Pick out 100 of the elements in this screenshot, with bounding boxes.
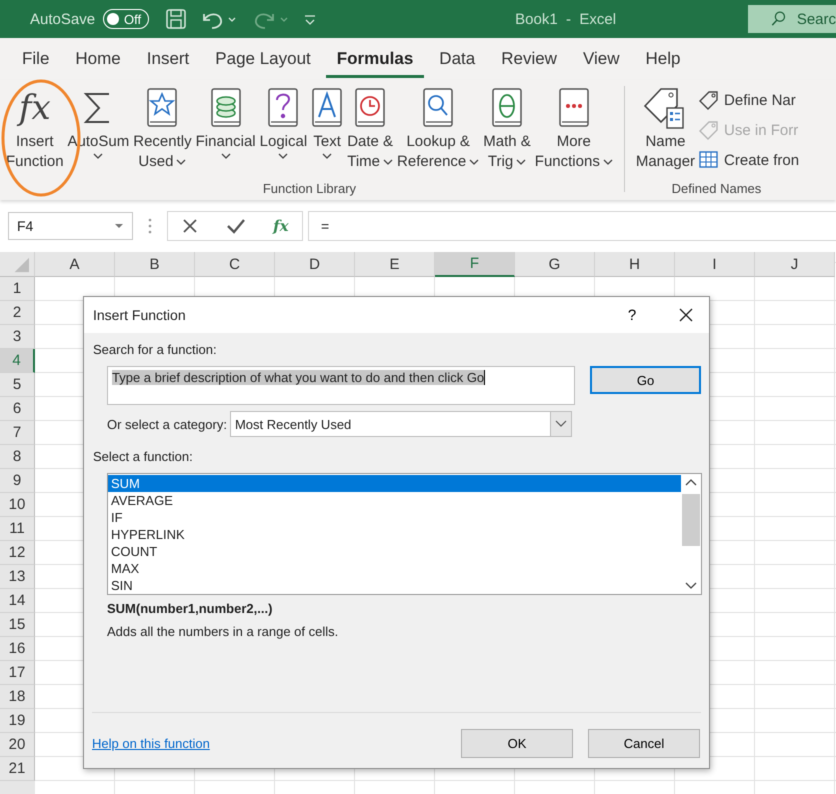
row-header[interactable]: 6 xyxy=(0,397,35,421)
category-label: Or select a category: xyxy=(107,416,227,432)
column-header[interactable]: I xyxy=(675,252,755,277)
check-icon[interactable] xyxy=(226,217,246,235)
dots-book-icon xyxy=(558,88,590,128)
row-header[interactable]: 19 xyxy=(0,709,35,733)
ribbon-button[interactable]: Create fron xyxy=(699,148,800,172)
function-item[interactable]: HYPERLINK xyxy=(108,526,681,543)
row-header[interactable]: 12 xyxy=(0,541,35,565)
row-header[interactable]: 9 xyxy=(0,469,35,493)
row-header[interactable]: 5 xyxy=(0,373,35,397)
letter-book-icon xyxy=(311,88,344,128)
search-field[interactable]: Searc xyxy=(748,5,836,33)
scroll-up-icon[interactable] xyxy=(685,478,697,486)
column-header[interactable]: B xyxy=(115,252,195,277)
cancel-icon[interactable] xyxy=(181,217,200,235)
column-header[interactable]: J xyxy=(755,252,835,277)
ribbon-tab[interactable]: Data xyxy=(428,40,486,78)
function-signature: SUM(number1,number2,...) xyxy=(107,601,272,616)
ribbon-tab[interactable]: Home xyxy=(64,40,132,78)
row-header[interactable]: 2 xyxy=(0,301,35,325)
autosave-label: AutoSave xyxy=(30,10,96,28)
row-header[interactable]: 3 xyxy=(0,325,35,349)
row-header[interactable]: 8 xyxy=(0,445,35,469)
column-header[interactable]: A xyxy=(35,252,115,277)
question-book-icon xyxy=(267,88,300,128)
tag-icon xyxy=(699,90,720,110)
row-header[interactable]: 1 xyxy=(0,277,35,301)
ribbon-tab[interactable]: Help xyxy=(634,40,692,78)
tag-icon xyxy=(699,120,720,140)
ribbon-tab[interactable]: View xyxy=(572,40,631,78)
coins-book-icon xyxy=(210,88,242,128)
grip-icon xyxy=(147,216,153,236)
search-label: Search for a function: xyxy=(93,342,217,357)
category-dropdown[interactable]: Most Recently Used xyxy=(230,411,572,437)
ribbon-tab[interactable]: File xyxy=(11,40,60,78)
function-symbol: fx xyxy=(18,88,51,128)
row-header[interactable]: 15 xyxy=(0,613,35,637)
row-header[interactable]: 14 xyxy=(0,589,35,613)
ribbon-tab[interactable]: Review xyxy=(490,40,568,78)
function-list-label: Select a function: xyxy=(93,449,193,464)
row-header[interactable]: 4 xyxy=(0,349,35,373)
table-icon xyxy=(699,150,720,170)
function-item[interactable]: AVERAGE xyxy=(108,492,681,509)
dialog-button[interactable]: OK xyxy=(461,729,573,758)
row-header[interactable]: 17 xyxy=(0,661,35,685)
row-header[interactable]: 11 xyxy=(0,517,35,541)
ribbon-button[interactable]: Logical xyxy=(258,80,310,160)
chevron-down-icon xyxy=(554,420,567,428)
save-icon[interactable] xyxy=(165,8,188,30)
ribbon-button[interactable]: Date & Time xyxy=(345,80,396,172)
formula-field[interactable]: = xyxy=(308,211,836,241)
help-link[interactable]: Help on this function xyxy=(92,736,210,751)
column-header[interactable]: F xyxy=(435,252,515,277)
autosave-toggle[interactable]: Off xyxy=(103,9,150,29)
group-label: Function Library xyxy=(262,181,356,198)
search-field[interactable]: Type a brief description of what you want to do and then click Go xyxy=(107,366,575,405)
theta-book-icon xyxy=(491,88,524,128)
ribbon-button[interactable]: Recently Used xyxy=(131,80,194,172)
row-header[interactable]: 10 xyxy=(0,493,35,517)
function-item[interactable]: COUNT xyxy=(108,543,681,560)
ribbon-button[interactable]: Name Manager xyxy=(634,80,698,172)
row-header[interactable]: 20 xyxy=(0,733,35,757)
row-header[interactable]: 7 xyxy=(0,421,35,445)
ribbon-tab[interactable]: Insert xyxy=(136,40,200,78)
column-header[interactable]: D xyxy=(275,252,355,277)
ribbon-button[interactable]: Define Nar xyxy=(699,88,800,112)
column-header[interactable]: E xyxy=(355,252,435,277)
help-button[interactable]: ? xyxy=(609,306,655,324)
ribbon-button[interactable]: More Functions xyxy=(532,80,615,172)
row-header[interactable]: 16 xyxy=(0,637,35,661)
function-item[interactable]: SIN xyxy=(108,577,681,594)
go-button[interactable]: Go xyxy=(590,366,701,394)
scroll-down-icon[interactable] xyxy=(685,582,697,590)
dialog-title: Insert Function xyxy=(93,307,187,323)
ribbon-tab[interactable]: Page Layout xyxy=(204,40,322,78)
column-header[interactable]: C xyxy=(195,252,275,277)
group-label: Defined Names xyxy=(672,181,762,198)
star-book-icon xyxy=(146,88,178,128)
function-item[interactable]: IF xyxy=(108,509,681,526)
ribbon-button[interactable]: Math & Trig xyxy=(481,80,533,172)
row-header[interactable]: 21 xyxy=(0,757,35,781)
column-header[interactable]: H xyxy=(595,252,675,277)
ribbon-button[interactable]: Text xyxy=(309,80,346,160)
dialog-button[interactable]: Cancel xyxy=(588,729,700,758)
row-header[interactable]: 18 xyxy=(0,685,35,709)
ribbon-button[interactable]: Financial xyxy=(194,80,258,160)
ribbon-button[interactable]: Lookup & Reference xyxy=(395,80,482,172)
row-header[interactable]: 13 xyxy=(0,565,35,589)
function-item[interactable]: SUM xyxy=(108,475,681,492)
window-title: Book1 - Excel xyxy=(515,10,616,28)
function-description: Adds all the numbers in a range of cells. xyxy=(107,624,338,639)
function-item[interactable]: MAX xyxy=(108,560,681,577)
column-header[interactable]: G xyxy=(515,252,595,277)
close-icon xyxy=(679,308,693,322)
dropdown-icon xyxy=(114,223,124,229)
magnifier-book-icon xyxy=(422,88,454,128)
name-box[interactable]: F4 xyxy=(8,212,133,240)
clock-book-icon xyxy=(354,88,386,128)
insert-function-button[interactable]: fx xyxy=(273,217,289,235)
